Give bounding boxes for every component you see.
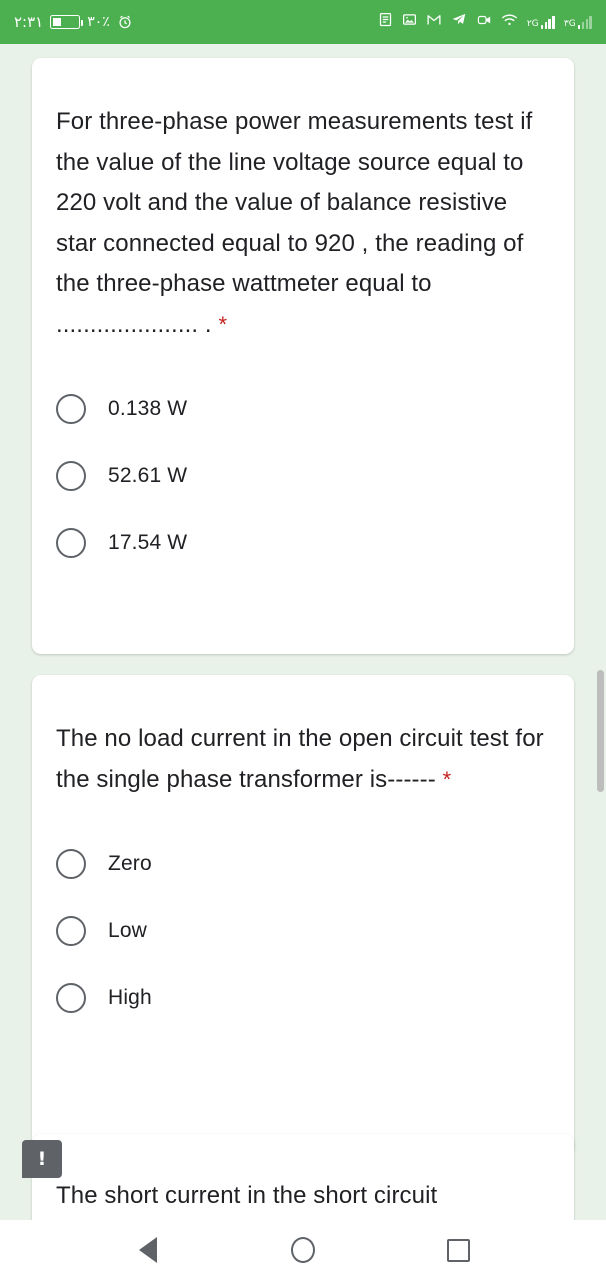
question-card-2: The no load current in the open circuit … xyxy=(32,675,574,1156)
question-card-1: For three-phase power measurements test … xyxy=(32,58,574,654)
sim2-signal-icon: ٣G xyxy=(563,15,592,29)
question-body-1: For three-phase power measurements test … xyxy=(56,108,533,338)
wifi-icon xyxy=(501,13,518,32)
home-circle-icon xyxy=(290,1237,315,1263)
question-text-2: The no load current in the open circuit … xyxy=(32,675,574,800)
vertical-scrollbar[interactable] xyxy=(597,670,604,792)
radio-button-icon[interactable] xyxy=(56,527,86,558)
radio-button-icon[interactable] xyxy=(56,460,86,491)
phone-screen: ٢:٣١ ٣٠٪ ٢G ٣G For three-phase power mea… xyxy=(0,0,606,1280)
gmail-icon xyxy=(426,12,442,32)
option-label: 0.138 W xyxy=(108,396,188,420)
required-asterisk-2: * xyxy=(442,766,452,792)
video-camera-icon xyxy=(476,13,492,32)
status-bar-right: ٢G ٣G xyxy=(378,12,592,32)
option-row[interactable]: 52.61 W xyxy=(56,442,550,509)
status-time: ٢:٣١ xyxy=(14,13,44,31)
option-label: 17.54 W xyxy=(108,530,188,554)
option-row[interactable]: High xyxy=(56,964,550,1031)
option-label: High xyxy=(108,985,152,1009)
status-bar-left: ٢:٣١ ٣٠٪ xyxy=(14,13,133,31)
radio-button-icon[interactable] xyxy=(56,915,86,946)
sim2-network-label: ٣G xyxy=(563,18,576,29)
option-group-2: Zero Low High xyxy=(32,830,574,1031)
question-text-1: For three-phase power measurements test … xyxy=(32,58,574,345)
battery-percent-label: ٣٠٪ xyxy=(87,14,110,30)
question-body-2: The no load current in the open circuit … xyxy=(56,725,544,793)
battery-icon xyxy=(50,15,84,29)
option-row[interactable]: Zero xyxy=(56,830,550,897)
option-label: Low xyxy=(108,918,147,942)
required-asterisk-1: * xyxy=(218,311,228,337)
back-triangle-icon xyxy=(138,1237,157,1263)
android-navigation-bar xyxy=(0,1220,606,1280)
option-label: 52.61 W xyxy=(108,463,188,487)
warning-exclamation-icon: ! xyxy=(37,1147,47,1170)
option-row[interactable]: Low xyxy=(56,897,550,964)
option-row[interactable]: 0.138 W xyxy=(56,375,550,442)
sim1-signal-icon: ٢G xyxy=(526,15,555,29)
alarm-clock-icon xyxy=(117,14,133,30)
warning-badge[interactable]: ! xyxy=(22,1140,62,1178)
status-bar: ٢:٣١ ٣٠٪ ٢G ٣G xyxy=(0,0,606,44)
recents-button[interactable] xyxy=(426,1220,490,1280)
telegram-icon xyxy=(451,12,467,32)
radio-button-icon[interactable] xyxy=(56,982,86,1013)
form-scroll-area[interactable]: For three-phase power measurements test … xyxy=(0,44,606,1254)
photos-icon xyxy=(402,12,417,32)
recents-square-icon xyxy=(446,1238,470,1262)
home-button[interactable] xyxy=(271,1220,335,1280)
radio-button-icon[interactable] xyxy=(56,848,86,879)
radio-button-icon[interactable] xyxy=(56,393,86,424)
notes-icon xyxy=(378,12,393,32)
option-group-1: 0.138 W 52.61 W 17.54 W xyxy=(32,375,574,576)
option-label: Zero xyxy=(108,851,152,875)
sim1-network-label: ٢G xyxy=(526,18,539,29)
option-row[interactable]: 17.54 W xyxy=(56,509,550,576)
back-button[interactable] xyxy=(116,1220,180,1280)
question-text-3: The short current in the short circuit xyxy=(56,1182,438,1209)
